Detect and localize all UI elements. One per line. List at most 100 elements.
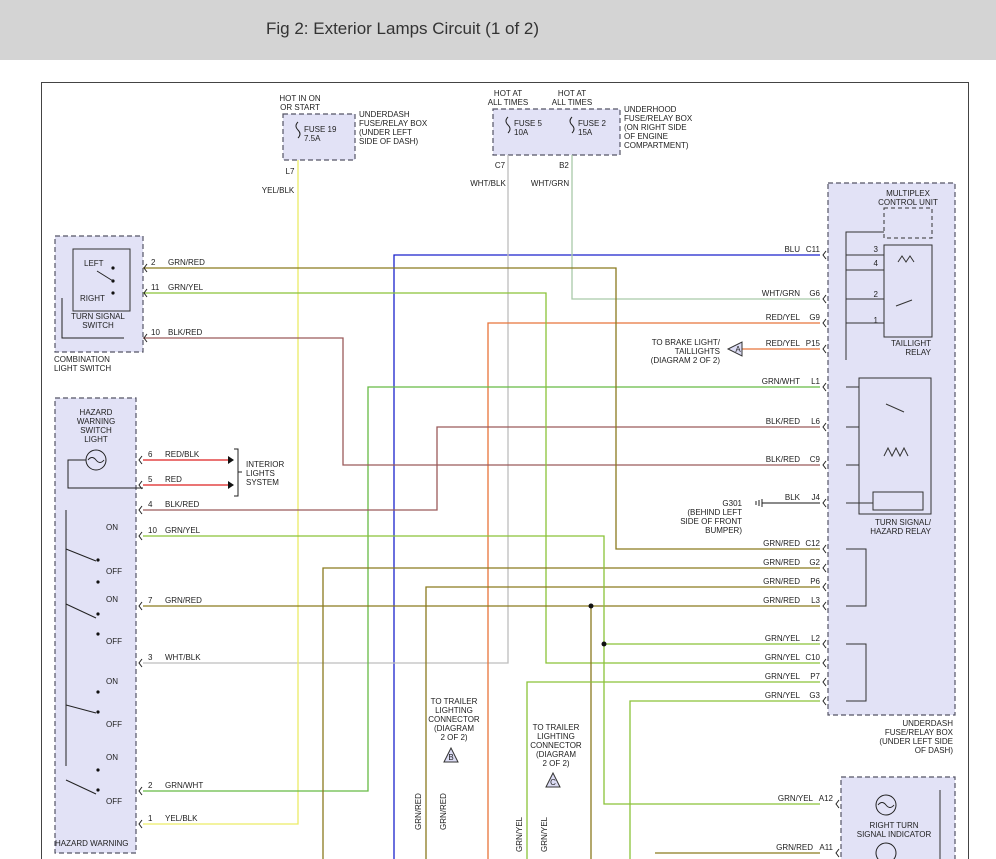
label-wire-GRN/YEL: GRN/YEL [165,526,201,535]
label-wire-whtgrn-top: WHT/GRN [531,179,569,188]
label-wire-GRN/YEL: GRN/YEL [765,691,801,700]
label-wire-GRN/RED: GRN/RED [168,258,205,267]
label-pin-A12: A12 [819,794,834,803]
label-g301: (BEHIND LEFT [687,508,742,517]
label-underdash-box-top: FUSE/RELAY BOX [359,119,428,128]
label-trailer-c: TO TRAILER [533,723,580,732]
label-trailer-c: LIGHTING [537,732,575,741]
label-hot-all-times-2: ALL TIMES [552,98,592,107]
label-flag-a: A [735,345,741,354]
wire-blu [393,254,820,859]
label-turn-signal-switch: TURN SIGNAL [71,312,125,321]
label-pin-C9: C9 [810,455,821,464]
label-wire-GRN/WHT: GRN/WHT [762,377,800,386]
label-trailer-c: CONNECTOR [530,741,582,750]
label-pin-C11: C11 [806,245,821,254]
label-off3: OFF [106,720,122,729]
label-pin-4: 4 [148,500,153,509]
wiring-diagram: HOT IN ONOR STARTFUSE 197.5AUNDERDASHFUS… [41,82,969,859]
label-wire-WHT/GRN: WHT/GRN [762,289,800,298]
label-relay-pin: 2 [874,290,879,299]
label-pin-10: 10 [148,526,157,535]
label-underdash-box-right: (UNDER LEFT SIDE [879,737,953,746]
label-flag-b: B [448,753,453,762]
label-underdash-box-top: UNDERDASH [359,110,410,119]
wire-grn-yel-g3 [629,700,820,859]
label-pin-5: 5 [148,475,153,484]
label-pin-10: 10 [151,328,160,337]
label-wire-yelblk-top: YEL/BLK [262,186,295,195]
label-fuse5: 10A [514,128,529,137]
label-wire-GRN/RED: GRN/RED [763,539,800,548]
label-wire-RED: RED [165,475,182,484]
label-pin-11: 11 [151,283,160,292]
label-on3: ON [106,677,118,686]
label-fuse2: 15A [578,128,593,137]
label-pin-C12: C12 [805,539,820,548]
wire-grn-red-p6 [425,586,820,859]
right-turn-indicator-box [840,776,956,859]
label-fuse2: FUSE 2 [578,119,607,128]
wire-yel-blk [143,160,299,825]
wire-grn-wht [143,386,820,792]
label-pin-3: 3 [148,653,153,662]
hazard-switch-box [54,397,137,854]
label-taillight-relay: TAILLIGHT [891,339,931,348]
label-pin-L3: L3 [811,596,820,605]
label-wire-RED/YEL: RED/YEL [766,339,801,348]
label-underhood-box: (ON RIGHT SIDE [624,123,687,132]
wires [143,155,820,859]
label-hot-all-times-1: ALL TIMES [488,98,528,107]
label-trailer-b: CONNECTOR [428,715,480,724]
label-left: LEFT [84,259,104,268]
label-pin-l7: L7 [286,167,295,176]
label-right-turn-indicator: RIGHT TURN [869,821,918,830]
label-wire-BLK: BLK [785,493,801,502]
label-pin-P6: P6 [810,577,820,586]
label-wire-BLK/RED: BLK/RED [766,455,800,464]
label-flag-c: C [550,778,556,787]
label-pin-c7: C7 [495,161,506,170]
label-wire-RED/YEL: RED/YEL [766,313,801,322]
label-fuse19: 7.5A [304,134,321,143]
label-wire-GRN/RED: GRN/RED [165,596,202,605]
label-pin-P15: P15 [806,339,821,348]
label-taillight-relay: RELAY [905,348,931,357]
label-pin-G3: G3 [809,691,820,700]
label-wire-WHT/BLK: WHT/BLK [165,653,201,662]
label-on2: ON [106,595,118,604]
underhood-fuse-box [492,108,621,156]
wire-grn-red-c12 [143,267,820,550]
label-pin-P7: P7 [810,672,820,681]
label-pin-G9: G9 [809,313,820,322]
label-hot-on-or-start: OR START [280,103,320,112]
label-hazard-switch-light: WARNING [77,417,115,426]
label-wire-BLU: BLU [784,245,800,254]
label-wire-YEL/BLK: YEL/BLK [165,814,198,823]
label-pin-2: 2 [148,781,153,790]
label-wire-RED/BLK: RED/BLK [165,450,200,459]
label-pin-A11: A11 [819,843,833,852]
label-hot-all-times-2: HOT AT [558,89,586,98]
label-wire-GRN/YEL: GRN/YEL [778,794,814,803]
label-underdash-box-right: FUSE/RELAY BOX [885,728,954,737]
component-boxes [54,108,956,859]
label-pin-L6: L6 [811,417,820,426]
label-underhood-box: OF ENGINE [624,132,668,141]
label-combination-switch: LIGHT SWITCH [54,364,111,373]
label-underdash-box-right: OF DASH) [915,746,954,755]
label-wire-GRN/RED: GRN/RED [763,558,800,567]
label-wire-GRN/YEL: GRN/YEL [765,672,801,681]
label-pin-7: 7 [148,596,153,605]
label-trailer-b: LIGHTING [435,706,473,715]
wire-wht-grn [571,155,820,300]
wire-red-yel [487,322,820,859]
label-wire-GRN/YEL: GRN/YEL [765,653,801,662]
junction-dot [601,641,607,647]
label-underdash-box-right: UNDERDASH [902,719,953,728]
label-pin-6: 6 [148,450,153,459]
label-fuse5: FUSE 5 [514,119,543,128]
label-trailer-c: 2 OF 2) [542,759,569,768]
wire-grn-yel-10 [143,535,820,805]
label-g301: SIDE OF FRONT [680,517,742,526]
